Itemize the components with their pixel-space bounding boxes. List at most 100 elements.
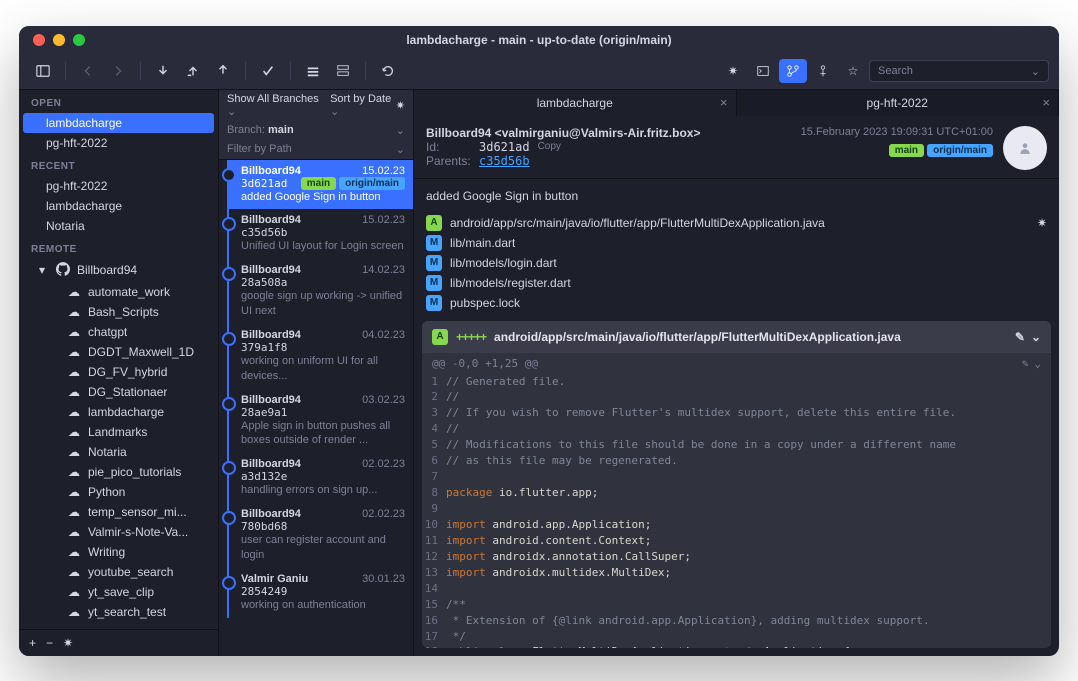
file-row[interactable]: Mlib/models/login.dart	[422, 253, 1051, 273]
repo-tabs: lambdacharge × pg-hft-2022 ×	[414, 90, 1059, 116]
sidebar-item-pg-hft-2022[interactable]: pg-hft-2022	[23, 133, 214, 153]
window-minimize[interactable]	[53, 34, 65, 46]
close-icon[interactable]: ×	[1042, 95, 1050, 110]
sidebar-repo-chatgpt[interactable]: ☁chatgpt	[23, 322, 214, 342]
github-icon	[56, 262, 70, 279]
stash-button[interactable]	[299, 59, 327, 83]
commit-detail-header: Billboard94 <valmirganiu@Valmirs-Air.fri…	[414, 116, 1059, 179]
sidebar-repo-yt_save_clip[interactable]: ☁yt_save_clip	[23, 582, 214, 602]
tab-pg-hft-2022[interactable]: pg-hft-2022 ×	[737, 90, 1060, 116]
code-view[interactable]: 1// Generated file.2//3// If you wish to…	[422, 374, 1051, 648]
add-button[interactable]: +	[29, 636, 36, 650]
edit-icon[interactable]: ✎	[1015, 330, 1025, 344]
cloud-icon: ☁	[67, 445, 81, 459]
cloud-icon: ☁	[67, 405, 81, 419]
copy-button[interactable]: Copy	[538, 141, 561, 152]
window-maximize[interactable]	[73, 34, 85, 46]
file-row[interactable]: Aandroid/app/src/main/java/io/flutter/ap…	[422, 213, 1051, 233]
commit-379a1f8[interactable]: Billboard9404.02.23379a1f8working on uni…	[227, 324, 413, 389]
sidebar-repo-Landmarks[interactable]: ☁Landmarks	[23, 422, 214, 442]
parent-link[interactable]: c35d56b	[479, 154, 530, 168]
sidebar-repo-pie_pico_tutorials[interactable]: ☁pie_pico_tutorials	[23, 462, 214, 482]
sidebar-item-pg-hft-2022[interactable]: pg-hft-2022	[23, 176, 214, 196]
file-row[interactable]: Mlib/main.dart	[422, 233, 1051, 253]
favorite-button[interactable]: ☆	[839, 59, 867, 83]
search-input[interactable]: Search ⌄	[869, 60, 1049, 82]
filter-branches[interactable]: Show All Branches ⌄	[227, 93, 320, 118]
commit-3d621ad[interactable]: Billboard9415.02.233d621admainorigin/mai…	[227, 160, 413, 210]
terminal-button[interactable]	[749, 59, 777, 83]
refresh-button[interactable]	[374, 59, 402, 83]
file-row[interactable]: Mpubspec.lock	[422, 293, 1051, 313]
cloud-icon: ☁	[67, 325, 81, 339]
path-filter[interactable]: Filter by Path	[227, 143, 292, 155]
pull-button[interactable]	[179, 59, 207, 83]
cloud-icon: ☁	[67, 565, 81, 579]
cloud-icon: ☁	[67, 425, 81, 439]
remote-account[interactable]: ▾ Billboard94	[23, 259, 214, 282]
cloud-icon: ☁	[67, 585, 81, 599]
filter-settings-icon[interactable]: ✷	[396, 99, 405, 112]
window-title: lambdacharge - main - up-to-date (origin…	[19, 33, 1059, 47]
sidebar-footer: + − ✷	[19, 629, 218, 656]
commit-2854249[interactable]: Valmir Ganiu30.01.232854249working on au…	[227, 568, 413, 618]
chevron-down-icon[interactable]: ⌄	[1031, 330, 1041, 344]
edit-icon[interactable]: ✎	[1022, 357, 1029, 370]
chevron-down-icon: ▾	[39, 263, 49, 277]
commit-28ae9a1[interactable]: Billboard9403.02.2328ae9a1Apple sign in …	[227, 389, 413, 454]
diff-viewer: A +++++ android/app/src/main/java/io/flu…	[422, 321, 1051, 648]
commit-list[interactable]: Billboard9415.02.233d621admainorigin/mai…	[219, 160, 413, 656]
nav-forward-button[interactable]	[104, 59, 132, 83]
sidebar-repo-Notaria[interactable]: ☁Notaria	[23, 442, 214, 462]
fetch-button[interactable]	[149, 59, 177, 83]
sidebar-repo-temp_sensor_mi...[interactable]: ☁temp_sensor_mi...	[23, 502, 214, 522]
diff-filename: android/app/src/main/java/io/flutter/app…	[494, 330, 901, 344]
remove-button[interactable]: −	[46, 636, 53, 650]
push-button[interactable]	[209, 59, 237, 83]
gear-icon[interactable]: ✷	[1037, 216, 1047, 230]
window-close[interactable]	[33, 34, 45, 46]
commit-28a508a[interactable]: Billboard9414.02.2328a508agoogle sign up…	[227, 259, 413, 324]
sidebar-item-lambdacharge[interactable]: lambdacharge	[23, 113, 214, 133]
toggle-sidebar-button[interactable]	[29, 59, 57, 83]
commit-780bd68[interactable]: Billboard9402.02.23780bd68user can regis…	[227, 503, 413, 568]
commit-author: Billboard94 <valmirganiu@Valmirs-Air.fri…	[426, 126, 700, 140]
sidebar-repo-DGDT_Maxwell_1D[interactable]: ☁DGDT_Maxwell_1D	[23, 342, 214, 362]
sidebar-repo-Python[interactable]: ☁Python	[23, 482, 214, 502]
branch-selector[interactable]: Branch: main	[227, 124, 294, 136]
commit-c35d56b[interactable]: Billboard9415.02.23c35d56bUnified UI lay…	[227, 209, 413, 259]
nav-back-button[interactable]	[74, 59, 102, 83]
sidebar-repo-Bash_Scripts[interactable]: ☁Bash_Scripts	[23, 302, 214, 322]
sidebar-repo-yt_search_test[interactable]: ☁yt_search_test	[23, 602, 214, 622]
sidebar-repo-Valmir-s-Note-Va...[interactable]: ☁Valmir-s-Note-Va...	[23, 522, 214, 542]
stage-button[interactable]	[329, 59, 357, 83]
close-icon[interactable]: ×	[720, 95, 728, 110]
settings-gear-icon[interactable]: ✷	[719, 59, 747, 83]
filter-sort[interactable]: Sort by Date ⌄	[330, 93, 396, 118]
commit-a3d132e[interactable]: Billboard9402.02.23a3d132ehandling error…	[227, 453, 413, 503]
sidebar-repo-DG_FV_hybrid[interactable]: ☁DG_FV_hybrid	[23, 362, 214, 382]
cloud-icon: ☁	[67, 525, 81, 539]
file-row[interactable]: Mlib/models/register.dart	[422, 273, 1051, 293]
sidebar-repo-lambdacharge[interactable]: ☁lambdacharge	[23, 402, 214, 422]
chevron-down-icon[interactable]: ⌄	[1034, 357, 1041, 370]
sidebar-item-Notaria[interactable]: Notaria	[23, 216, 214, 236]
commit-button[interactable]	[254, 59, 282, 83]
sidebar-repo-youtube_search[interactable]: ☁youtube_search	[23, 562, 214, 582]
sidebar-repo-Writing[interactable]: ☁Writing	[23, 542, 214, 562]
commit-panel: Show All Branches ⌄ Sort by Date ⌄ ✷ Bra…	[219, 90, 414, 656]
cloud-icon: ☁	[67, 385, 81, 399]
cloud-icon: ☁	[67, 345, 81, 359]
tag-button[interactable]	[809, 59, 837, 83]
settings-button[interactable]: ✷	[63, 636, 73, 650]
branch-button[interactable]	[779, 59, 807, 83]
commit-filters: Show All Branches ⌄ Sort by Date ⌄ ✷ Bra…	[219, 90, 413, 160]
chevron-down-icon: ⌄	[1031, 65, 1040, 78]
sidebar-item-lambdacharge[interactable]: lambdacharge	[23, 196, 214, 216]
titlebar: lambdacharge - main - up-to-date (origin…	[19, 26, 1059, 54]
sidebar-repo-DG_Stationaer[interactable]: ☁DG_Stationaer	[23, 382, 214, 402]
sidebar-section-open: OPEN	[19, 90, 218, 113]
sidebar-repo-automate_work[interactable]: ☁automate_work	[23, 282, 214, 302]
traffic-lights	[19, 34, 85, 46]
tab-lambdacharge[interactable]: lambdacharge ×	[414, 90, 737, 116]
